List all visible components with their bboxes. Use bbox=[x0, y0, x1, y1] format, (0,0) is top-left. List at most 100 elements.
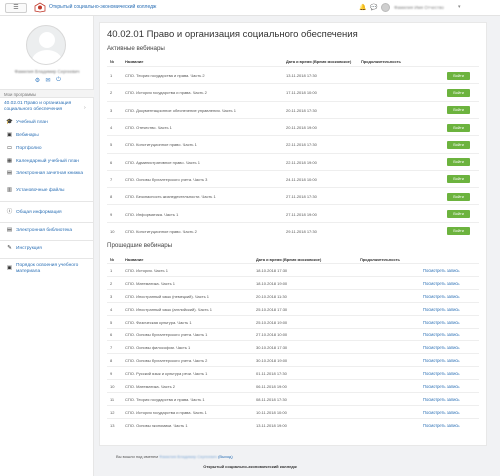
table-row: 2 СПО. История государства и права. Часть… bbox=[107, 83, 479, 100]
divider bbox=[0, 240, 94, 241]
notifications-icon[interactable]: 🔔 bbox=[359, 4, 366, 11]
join-button[interactable]: Войти bbox=[447, 227, 470, 236]
sidebar-item-files[interactable]: ▥ Установочные файлы bbox=[6, 187, 86, 194]
column-header-num: № bbox=[110, 257, 115, 262]
row-number: 5 bbox=[110, 142, 113, 148]
logout-link[interactable]: (Выход) bbox=[218, 454, 233, 459]
footer-college: Открытый социально-экономический колледж bbox=[203, 464, 297, 469]
user-menu-name[interactable]: Фамилия Имя Отчество bbox=[394, 5, 444, 10]
brand-link[interactable]: Открытый социально-экономический колледж bbox=[49, 4, 156, 10]
watch-recording-link[interactable]: Посмотреть запись bbox=[423, 371, 460, 376]
watch-recording-link[interactable]: Посмотреть запись bbox=[423, 281, 460, 286]
row-number: 8 bbox=[110, 358, 113, 364]
webinar-name: СПО. Иностранный язык (английский). Част… bbox=[125, 306, 212, 312]
watch-recording-link[interactable]: Посмотреть запись bbox=[423, 384, 460, 389]
webinar-datetime: 13.11.2018 19:00 bbox=[256, 422, 287, 428]
sidebar-item-calendar[interactable]: ▦ Календарный учебный план bbox=[6, 158, 86, 165]
column-header-num: № bbox=[110, 59, 115, 64]
webinar-datetime: 25.10.2018 17:30 bbox=[256, 306, 288, 312]
join-button[interactable]: Войти bbox=[447, 123, 470, 132]
sidebar-item-instruction[interactable]: ✎ Инструкция bbox=[6, 245, 86, 252]
row-number: 9 bbox=[110, 211, 113, 217]
row-number: 6 bbox=[110, 332, 113, 338]
webinar-name: СПО. Основы экономики. Часть 1 bbox=[125, 422, 188, 428]
divider bbox=[0, 258, 94, 259]
watch-recording-link[interactable]: Посмотреть запись bbox=[423, 358, 460, 363]
sidebar-item-library[interactable]: ▤ Электронная библиотека bbox=[6, 227, 86, 234]
login-user-link[interactable]: Фамилия Владимир Сергеевич bbox=[159, 454, 217, 459]
messages-icon[interactable]: 💬 bbox=[370, 4, 377, 11]
sidebar-item-study-plan[interactable]: 🎓 Учебный план bbox=[6, 119, 86, 126]
webinar-name: СПО. Конституционное право. Часть 2 bbox=[125, 228, 197, 234]
webinar-name: СПО. Основы бухгалтерского учета. Часть … bbox=[125, 332, 208, 338]
join-button[interactable]: Войти bbox=[447, 175, 470, 184]
column-header-datetime: Дата и время (Время московское) bbox=[286, 59, 352, 64]
logout-icon[interactable]: ⏻ bbox=[54, 77, 63, 84]
gear-icon[interactable]: ⚙ bbox=[33, 77, 42, 84]
join-button[interactable]: Войти bbox=[447, 158, 470, 167]
table-row: 6 СПО. Административное право. Часть 1 22.… bbox=[107, 152, 479, 170]
webinar-icon: ▣ bbox=[6, 132, 13, 138]
table-row: 1 СПО. Теория государства и права. Часть … bbox=[107, 66, 479, 83]
watch-recording-link[interactable]: Посмотреть запись bbox=[423, 345, 460, 350]
mail-icon[interactable]: ✉ bbox=[44, 77, 53, 84]
table-row: 5 СПО. Конституционное право. Часть 1 22.1… bbox=[107, 135, 479, 152]
join-button[interactable]: Войти bbox=[447, 88, 470, 97]
webinar-datetime: 22.11.2018 19:00 bbox=[286, 159, 317, 165]
menu-icon: ☰ bbox=[13, 5, 19, 11]
webinar-datetime: 01.11.2018 17:30 bbox=[256, 371, 287, 377]
watch-recording-link[interactable]: Посмотреть запись bbox=[423, 294, 460, 299]
webinar-name: СПО. История. Часть 1 bbox=[125, 267, 168, 273]
sidebar-item-portfolio[interactable]: ▭ Портфолио bbox=[6, 145, 86, 152]
login-prefix: Вы вошли под именем bbox=[116, 454, 158, 459]
join-button[interactable]: Войти bbox=[447, 71, 470, 80]
watch-recording-link[interactable]: Посмотреть запись bbox=[423, 307, 460, 312]
watch-recording-link[interactable]: Посмотреть запись bbox=[423, 423, 460, 428]
watch-recording-link[interactable]: Посмотреть запись bbox=[423, 268, 460, 273]
table-row: 12 СПО. История государства и права. Част… bbox=[107, 404, 479, 418]
column-header-name: Название bbox=[125, 257, 144, 262]
join-button[interactable]: Войти bbox=[447, 192, 470, 201]
webinar-name: СПО. Основы бухгалтерского учета. Часть … bbox=[125, 358, 208, 364]
sidebar-item-webinars[interactable]: ▣ Вебинары bbox=[6, 132, 86, 139]
watch-recording-link[interactable]: Посмотреть запись bbox=[423, 320, 460, 325]
webinar-datetime: 24.11.2018 10:00 bbox=[286, 176, 317, 182]
watch-recording-link[interactable]: Посмотреть запись bbox=[423, 332, 460, 337]
main-content: 40.02.01 Право и организация социального… bbox=[99, 22, 487, 446]
webinar-datetime: 30.10.2018 19:00 bbox=[256, 358, 288, 364]
table-row: 1 СПО. История. Часть 1 18.10.2018 17:30 По… bbox=[107, 263, 479, 276]
row-number: 5 bbox=[110, 319, 113, 325]
table-row: 4 СПО. Отечество. Часть 1 20.11.2018 19:00… bbox=[107, 117, 479, 135]
chevron-down-icon[interactable]: ▾ bbox=[458, 4, 461, 10]
column-header-name: Название bbox=[125, 59, 144, 64]
login-info: Вы вошли под именем Фамилия Владимир Сер… bbox=[116, 454, 233, 459]
webinar-datetime: 17.11.2018 10:00 bbox=[286, 90, 317, 96]
webinar-datetime: 06.11.2018 19:00 bbox=[256, 384, 287, 390]
sidebar-item-info[interactable]: ⓘ Общая информация bbox=[6, 209, 86, 216]
table-row: 3 СПО. Документационное обеспечение управ… bbox=[107, 100, 479, 118]
row-number: 10 bbox=[110, 384, 115, 390]
user-avatar-small[interactable] bbox=[381, 3, 390, 12]
watch-recording-link[interactable]: Посмотреть запись bbox=[423, 410, 460, 415]
menu-button[interactable]: ☰ bbox=[5, 3, 27, 13]
join-button[interactable]: Войти bbox=[447, 210, 470, 219]
webinar-datetime: 27.10.2018 10:00 bbox=[256, 332, 288, 338]
webinar-name: СПО. Теория государства и права. Часть 2 bbox=[125, 73, 205, 79]
chevron-right-icon[interactable]: › bbox=[84, 105, 86, 111]
webinar-datetime: 18.10.2018 17:30 bbox=[256, 267, 288, 273]
webinar-datetime: 27.11.2018 19:00 bbox=[286, 211, 317, 217]
college-logo-icon[interactable] bbox=[34, 2, 46, 13]
program-link[interactable]: 40.02.01 Право и организация социального… bbox=[4, 101, 78, 113]
join-button[interactable]: Войти bbox=[447, 106, 470, 115]
sidebar-item-label: Учебный план bbox=[16, 120, 48, 125]
table-row: 13 СПО. Основы экономики. Часть 1 13.11.20… bbox=[107, 417, 479, 431]
column-header-duration: Продолжительность bbox=[361, 59, 401, 64]
watch-recording-link[interactable]: Посмотреть запись bbox=[423, 397, 460, 402]
sidebar-item-order[interactable]: ▣ Порядок освоения учебного материала bbox=[6, 263, 86, 274]
table-row: 7 СПО. Основы философии. Часть 1 30.10.201… bbox=[107, 340, 479, 353]
table-row: 2 СПО. Математика. Часть 1 18.10.2018 19:0… bbox=[107, 275, 479, 289]
table-row: 7 СПО. Основы бухгалтерского учета. Часть… bbox=[107, 169, 479, 187]
join-button[interactable]: Войти bbox=[447, 140, 470, 149]
row-number: 9 bbox=[110, 371, 113, 377]
sidebar-item-gradebook[interactable]: ▤ Электронная зачетная книжка bbox=[6, 170, 86, 177]
